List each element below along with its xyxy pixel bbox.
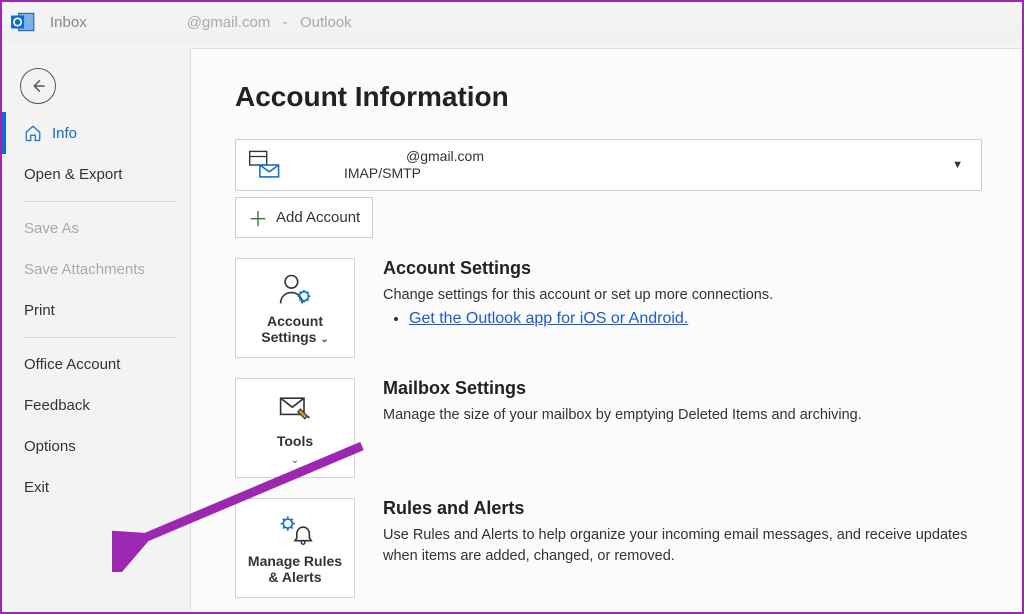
envelope-brush-icon [277,391,313,427]
sidebar-item-label: Office Account [24,356,120,373]
title-app-name: Outlook [300,14,352,31]
selected-account-protocol: IMAP/SMTP [296,165,484,182]
section-heading: Rules and Alerts [383,498,982,519]
home-icon [24,124,42,142]
section-account-settings: Account Settings ⌄ Account Settings Chan… [235,258,982,358]
tile-label: Tools [277,433,313,449]
sidebar-item-label: Options [24,438,76,455]
title-bar: Inbox @gmail.com - Outlook [2,2,1022,42]
tile-manage-rules[interactable]: Manage Rules & Alerts [235,498,355,598]
sidebar-item-exit[interactable]: Exit [2,467,190,508]
plus-icon: ＋ [248,203,268,232]
main-panel: Account Information @gmail.com IMAP/SMTP… [190,48,1022,612]
account-mailbox-icon [248,148,282,182]
section-desc: Change settings for this account or set … [383,285,982,306]
get-outlook-app-link[interactable]: Get the Outlook app for iOS or Android. [409,310,688,327]
sidebar-item-save-as: Save As [2,208,190,249]
title-inbox: Inbox [50,14,87,31]
section-heading: Mailbox Settings [383,378,982,399]
sidebar-item-info[interactable]: Info [2,112,190,154]
selected-account-email: @gmail.com [296,148,484,165]
outlook-logo-icon [10,9,36,35]
sidebar-item-label: Open & Export [24,166,122,183]
section-rules-alerts: Manage Rules & Alerts Rules and Alerts U… [235,498,982,598]
section-mailbox-settings: Tools ⌄ Mailbox Settings Manage the size… [235,378,982,478]
add-account-label: Add Account [276,209,360,226]
chevron-down-icon: ▼ [952,159,963,171]
sidebar-item-options[interactable]: Options [2,426,190,467]
title-account-email: @gmail.com [187,14,271,31]
back-button[interactable] [20,68,56,104]
sidebar-item-office-account[interactable]: Office Account [2,344,190,385]
sidebar-item-label: Save Attachments [24,261,145,278]
sidebar-item-print[interactable]: Print [2,290,190,331]
arrow-left-icon [29,77,47,95]
add-account-button[interactable]: ＋ Add Account [235,197,373,238]
sidebar-item-label: Info [52,125,77,142]
page-title: Account Information [235,81,982,113]
title-separator: - [274,14,296,31]
sidebar-item-label: Print [24,302,55,319]
user-gear-icon [277,271,313,307]
sidebar-item-feedback[interactable]: Feedback [2,385,190,426]
section-heading: Account Settings [383,258,982,279]
backstage-sidebar: Info Open & Export Save As Save Attachme… [2,112,190,508]
sidebar-item-label: Feedback [24,397,90,414]
sidebar-item-label: Exit [24,479,49,496]
tile-account-settings[interactable]: Account Settings ⌄ [235,258,355,358]
tile-tools[interactable]: Tools ⌄ [235,378,355,478]
account-selector[interactable]: @gmail.com IMAP/SMTP ▼ [235,139,982,191]
tile-label: Account Settings [261,313,323,345]
sidebar-item-label: Save As [24,220,79,237]
sidebar-divider [24,337,176,338]
chevron-down-icon: ⌄ [291,455,299,466]
section-desc: Manage the size of your mailbox by empty… [383,405,982,426]
tile-label: Manage Rules & Alerts [242,553,348,585]
sidebar-divider [24,201,176,202]
section-desc: Use Rules and Alerts to help organize yo… [383,525,982,567]
chevron-down-icon: ⌄ [320,334,328,345]
gear-bell-icon [277,511,313,547]
sidebar-item-save-attachments: Save Attachments [2,249,190,290]
sidebar-item-open-export[interactable]: Open & Export [2,154,190,195]
